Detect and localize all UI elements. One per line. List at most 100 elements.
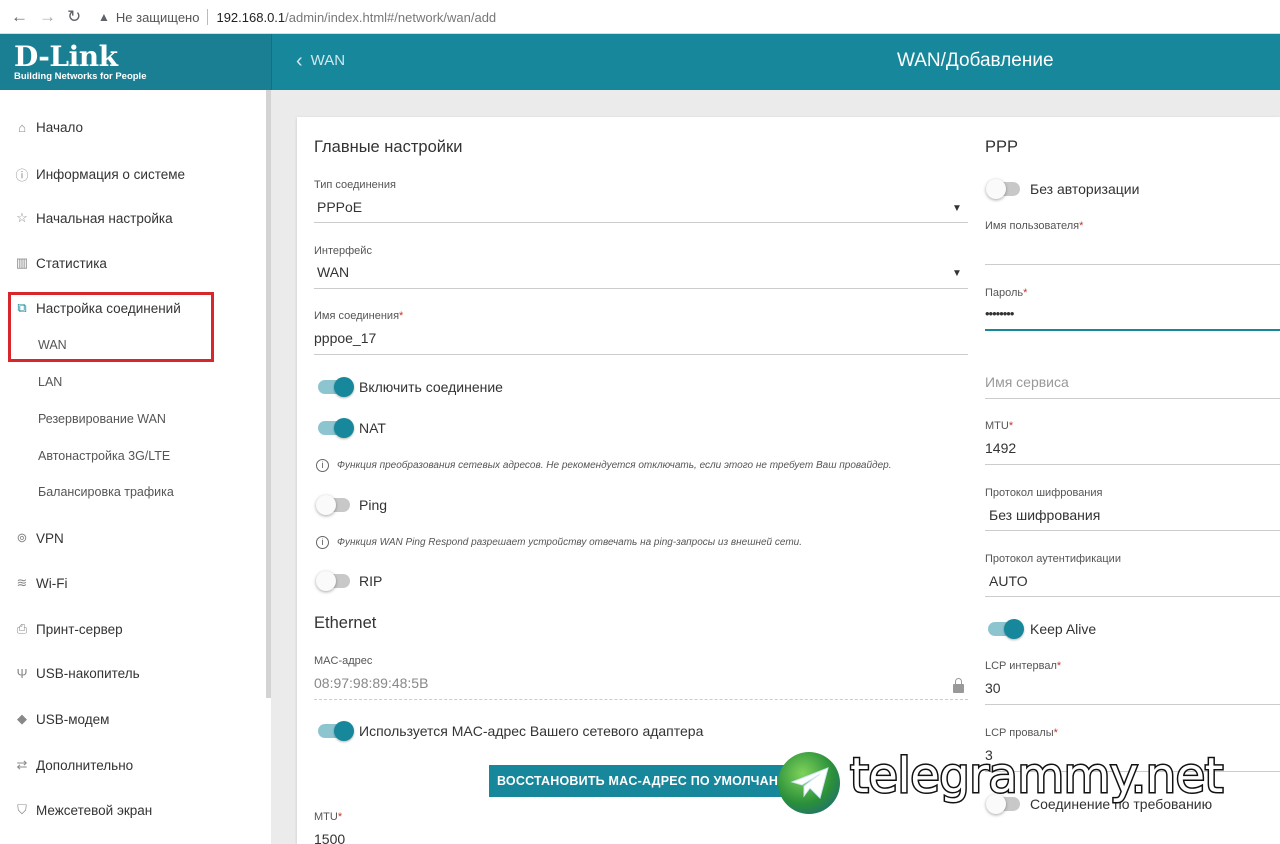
reload-icon[interactable]: ↻ xyxy=(67,7,81,27)
lock-icon xyxy=(953,678,964,693)
lcp-failures-label-text: LCP провалы xyxy=(985,727,1054,739)
sidebar-item-label: Начало xyxy=(36,120,84,135)
sidebar-item-label: Начальная настройка xyxy=(36,210,173,226)
back-arrow-icon[interactable]: ← xyxy=(11,7,28,27)
toggle-knob xyxy=(316,495,336,515)
interface-select[interactable]: WAN xyxy=(317,264,349,280)
mac-label: MAC-адрес xyxy=(314,655,373,667)
enable-connection-toggle[interactable] xyxy=(318,377,354,397)
field-underline xyxy=(985,264,1280,265)
ppp-mtu-input[interactable]: 1492 xyxy=(985,440,1016,456)
advanced-icon: ⇄ xyxy=(16,757,28,772)
password-label: Пароль* xyxy=(985,287,1027,299)
sidebar-item-wifi[interactable]: ≋ Wi-Fi xyxy=(14,575,68,591)
required-mark: * xyxy=(337,811,343,823)
back-label: WAN xyxy=(310,52,346,69)
home-icon: ⌂ xyxy=(18,120,26,135)
sidebar-item-usb-storage[interactable]: Ψ USB-накопитель xyxy=(14,666,140,681)
printer-icon: ⎙ xyxy=(16,621,28,636)
modem-icon: ◆ xyxy=(17,711,27,726)
chevron-down-icon[interactable]: ▼ xyxy=(952,268,962,279)
info-icon: i xyxy=(316,459,329,472)
main-settings-title: Главные настройки xyxy=(314,138,463,156)
sidebar-item-system-info[interactable]: ⓘ Информация о системе xyxy=(14,165,185,184)
field-underline-active xyxy=(985,329,1280,331)
toggle-knob xyxy=(316,571,336,591)
sidebar-item-usb-modem[interactable]: ◆ USB-модем xyxy=(14,711,109,727)
field-underline xyxy=(985,530,1280,531)
rip-toggle[interactable] xyxy=(316,571,350,591)
sidebar-subitem-3g-lte[interactable]: Автонастройка 3G/LTE xyxy=(38,449,170,463)
chevron-left-icon: ‹ xyxy=(296,49,303,72)
chevron-down-icon[interactable]: ▼ xyxy=(952,203,962,214)
interface-label: Интерфейс xyxy=(314,245,372,257)
sidebar-item-initial-setup[interactable]: ☆ Начальная настройка xyxy=(14,210,173,226)
sidebar-item-home[interactable]: ⌂ Начало xyxy=(14,120,83,135)
restore-mac-button[interactable]: ВОССТАНОВИТЬ MAC-АДРЕС ПО УМОЛЧАНИЮ xyxy=(489,765,789,797)
back-link[interactable]: ‹ WAN xyxy=(296,49,346,72)
ping-label: Ping xyxy=(359,497,388,513)
address-bar[interactable]: ▲ Не защищено 192.168.0.1/admin/index.ht… xyxy=(98,6,496,28)
ping-toggle[interactable] xyxy=(316,495,350,515)
sidebar-item-label: USB-модем xyxy=(36,711,110,727)
sidebar-subitem-load-balancing[interactable]: Балансировка трафика xyxy=(38,485,174,499)
connection-name-input[interactable]: pppoe_17 xyxy=(314,330,376,346)
connection-name-label: Имя соединения* xyxy=(314,310,403,322)
sidebar-item-vpn[interactable]: ⊚ VPN xyxy=(14,530,64,546)
sidebar-item-firewall[interactable]: ⛉ Межсетевой экран xyxy=(14,802,152,818)
field-underline xyxy=(985,398,1280,399)
app-header: D-Link Building Networks for People ‹ WA… xyxy=(0,34,1280,90)
toggle-knob xyxy=(334,418,354,438)
auth-protocol-label: Протокол аутентификации xyxy=(985,553,1121,565)
password-label-text: Пароль xyxy=(985,287,1024,299)
dlink-logo[interactable]: D-Link Building Networks for People xyxy=(0,34,272,90)
url-path: /admin/index.html#/network/wan/add xyxy=(285,9,497,25)
paper-plane-icon xyxy=(790,767,829,799)
required-mark: * xyxy=(1023,287,1028,299)
security-status: Не защищено xyxy=(115,9,200,25)
no-auth-toggle[interactable] xyxy=(986,179,1020,199)
field-underline xyxy=(985,704,1280,705)
ping-hint: i Функция WAN Ping Respond разрешает устр… xyxy=(316,536,802,549)
connection-name-label-text: Имя соединения xyxy=(314,310,400,322)
sidebar-subitem-lan[interactable]: LAN xyxy=(38,375,62,389)
ethernet-mtu-label: MTU* xyxy=(314,811,342,823)
field-underline xyxy=(314,699,968,700)
connection-type-select[interactable]: PPPoE xyxy=(317,199,362,215)
use-adapter-mac-toggle[interactable] xyxy=(318,721,354,741)
service-name-input[interactable]: Имя сервиса xyxy=(985,374,1069,390)
ethernet-mtu-input[interactable]: 1500 xyxy=(314,831,345,844)
sidebar-item-label: Дополнительно xyxy=(36,757,134,773)
field-underline xyxy=(314,288,968,289)
sidebar-item-statistics[interactable]: ▥ Статистика xyxy=(14,255,107,271)
browser-toolbar: ← → ↻ ▲ Не защищено 192.168.0.1/admin/in… xyxy=(0,0,1280,34)
warning-icon: ▲ xyxy=(98,10,110,24)
stats-icon: ▥ xyxy=(15,255,29,270)
sidebar-item-label: Wi-Fi xyxy=(36,575,68,591)
sidebar-item-advanced[interactable]: ⇄ Дополнительно xyxy=(14,757,134,773)
lcp-interval-input[interactable]: 30 xyxy=(985,680,1001,696)
auth-protocol-select[interactable]: AUTO xyxy=(989,573,1028,589)
keep-alive-label: Keep Alive xyxy=(1030,621,1097,637)
required-mark: * xyxy=(1056,660,1062,672)
encryption-label: Протокол шифрования xyxy=(985,487,1103,499)
divider xyxy=(207,9,209,25)
field-underline xyxy=(314,354,968,355)
nat-toggle[interactable] xyxy=(318,418,354,438)
wifi-icon: ≋ xyxy=(16,575,28,590)
required-mark: * xyxy=(1079,220,1084,232)
sidebar-subitem-wan-backup[interactable]: Резервирование WAN xyxy=(38,412,166,426)
rip-label: RIP xyxy=(359,573,383,589)
required-mark: * xyxy=(1008,420,1014,432)
ethernet-mtu-label-text: MTU xyxy=(314,811,338,823)
keep-alive-toggle[interactable] xyxy=(988,619,1024,639)
encryption-select[interactable]: Без шифрования xyxy=(989,507,1100,523)
username-label-text: Имя пользователя xyxy=(985,220,1080,232)
highlight-frame xyxy=(8,292,214,362)
password-input[interactable]: •••••••• xyxy=(985,306,1014,321)
mac-input[interactable]: 08:97:98:89:48:5B xyxy=(314,675,428,691)
nat-hint: i Функция преобразования сетевых адресов.… xyxy=(316,459,891,472)
forward-arrow-icon[interactable]: → xyxy=(39,7,56,27)
sidebar-item-print-server[interactable]: ⎙ Принт-сервер xyxy=(14,621,123,637)
nat-label: NAT xyxy=(359,420,386,436)
